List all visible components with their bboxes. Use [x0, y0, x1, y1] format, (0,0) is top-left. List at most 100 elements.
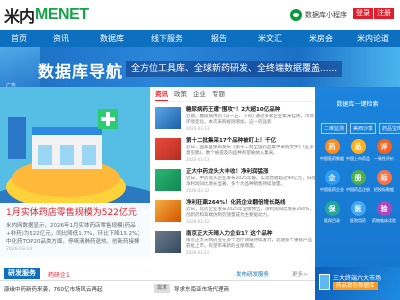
news-title[interactable]: 糖尿病药王遭"围攻"！2大超10亿品种: [186, 105, 315, 113]
database-tool[interactable]: 品中国上市药品: [345, 139, 371, 166]
panel-tab[interactable]: 二维监测: [321, 123, 348, 134]
publish-research-link[interactable]: 发布研发服务: [236, 270, 269, 278]
wechat-icon: [290, 9, 302, 21]
database-tool-label: 医院用药: [350, 218, 366, 223]
page: 米内 MENET 数据库小程序 登录 注册 首页 资讯 数据库 线下服务 报告 …: [0, 0, 400, 300]
database-search-panel: 数据库一键检索 二维监测 美西沙季 药品宝库 药中国医药数据品中国上市药品评一致…: [315, 87, 400, 267]
hospital-icon: 医: [350, 201, 366, 216]
login-button[interactable]: 登录: [353, 8, 373, 19]
news-title[interactable]: 南京正大天晴入力企业1？这个品种: [186, 229, 315, 237]
news-link[interactable]: 需求 导求东南亚市场代理商: [154, 284, 229, 293]
site-logo[interactable]: 米内 MENET: [4, 6, 89, 26]
news-title[interactable]: 正大中药龙头大丰收！净利润猛涨: [186, 167, 315, 175]
nav-item-news[interactable]: 资讯: [38, 30, 84, 47]
capsule-icon: 品: [350, 139, 366, 154]
database-tool[interactable]: 册中国药品注册: [345, 170, 371, 197]
research-entry[interactable]: 康缘中药新药来袭，760亿市场风云再起: [4, 285, 103, 293]
database-tool-label: 中国医药企业: [320, 187, 344, 192]
gavel-icon: 标: [376, 170, 392, 185]
news-item[interactable]: 正大中药龙头大丰收！净利润猛涨 近日，中药龙头企业发布2025年报，实现营收超过…: [155, 167, 315, 195]
top-bar: 米内 MENET 数据库小程序 登录 注册: [0, 0, 400, 30]
mini-program-link[interactable]: 数据库小程序: [290, 9, 347, 21]
nav-item-home[interactable]: 首页: [0, 30, 38, 47]
research-name[interactable]: 药研企1: [48, 270, 70, 279]
news-date: 2026-03-12: [186, 219, 210, 224]
news-item[interactable]: 净利狂飙264%！化药企业翻倍增长路线 近日，化药企业发布2025年业绩预告，净…: [155, 198, 315, 226]
database-tool[interactable]: 验药物临床试验: [371, 201, 397, 228]
news-date: 2026-03-12: [186, 188, 210, 193]
document-icon: 册: [350, 170, 366, 185]
news-thumbnail: [155, 200, 181, 222]
research-services-header: 研发服务 药研企1 发布研发服务 更多>: [0, 267, 315, 281]
news-date: 2026-03-13: [186, 157, 210, 162]
database-tool-label: 一致性评价: [374, 156, 394, 161]
promo-line-2: 药品销售数据库: [333, 282, 378, 290]
register-button[interactable]: 注册: [374, 8, 394, 19]
hero-feature[interactable]: 1月实体药店零售规模为522亿元 米内网数据显示，2026年1月实体药店零售规模…: [0, 87, 150, 257]
database-tool[interactable]: 评一致性评价: [371, 139, 397, 166]
database-tool[interactable]: 药中国医药数据: [319, 139, 345, 166]
sales-database-promo[interactable]: 三大终端六大市场 药品销售数据库: [315, 267, 400, 300]
news-date: 2026-03-13: [186, 126, 210, 131]
news-item[interactable]: 南京正大天晴入力企业1？这个品种 南京正大天晴药业在多个治疗领域持续发力，近期多…: [155, 229, 315, 257]
logo-text: MENET: [35, 6, 89, 23]
news-column: 资讯 政策 企业 专题 糖尿病药王遭"围攻"！2大超10亿品种 近期，糖尿病用药…: [150, 87, 315, 267]
hero-illustration-banner: [8, 117, 26, 159]
tab-topics[interactable]: 专题: [212, 88, 225, 100]
nav-item-miwenhui[interactable]: 米文汇: [244, 30, 296, 47]
panel-tab[interactable]: 药品宝库: [379, 123, 400, 134]
banner-title: 数据库导航: [38, 62, 124, 81]
pharmacy-store-illustration: [32, 127, 102, 169]
nav-item-offline[interactable]: 线下服务: [140, 30, 194, 47]
database-banner[interactable]: 数据库导航 全方位工具库、全球新药研发、全终端数据覆盖...... 广告: [0, 47, 400, 87]
database-tool-label: 医保目录: [324, 218, 340, 223]
news-item[interactable]: 糖尿病药王遭"围攻"！2大超10亿品种 近期，糖尿病用药 (以一五、下同) 通过…: [155, 105, 315, 133]
banner-decoration: [0, 47, 40, 87]
hero-summary: 米内网数据显示，2026年1月实体药店零售规模(药品+非药)为522亿元，同比降…: [6, 223, 143, 245]
database-tool-label: 招投标数据: [374, 187, 394, 192]
news-thumbnail: [155, 138, 181, 160]
news-summary: 南京正大天晴药业在多个治疗领域持续发力，近期多个重磅产品获批上市，有望带来新的业…: [186, 238, 312, 249]
nav-item-reports[interactable]: 报告: [194, 30, 244, 47]
check-icon: 评: [376, 139, 392, 154]
hero-headline[interactable]: 1月实体药店零售规模为522亿元: [6, 207, 144, 219]
database-tool[interactable]: 标招投标数据: [371, 170, 397, 197]
panel-title: 数据库一键检索: [336, 101, 379, 108]
news-title[interactable]: 第十二批集采17个品种被盯上！千亿: [186, 136, 315, 144]
mini-program-label: 数据库小程序: [305, 11, 347, 19]
pill-icon: 药: [324, 139, 340, 154]
database-tool[interactable]: 企中国医药企业: [319, 170, 345, 197]
database-tool[interactable]: 保医保目录: [319, 201, 345, 228]
hero-caption: 1月实体药店零售规模为522亿元 米内网数据显示，2026年1月实体药店零售规模…: [0, 203, 150, 257]
database-tool[interactable]: 医医院用药: [345, 201, 371, 228]
hero-date: 2026-03-14: [6, 247, 33, 252]
news-title[interactable]: 净利狂飙264%！化药企业翻倍增长路线: [186, 198, 315, 206]
logo-mark: 米内: [4, 7, 35, 26]
news-summary: 近日，化药企业发布2025年业绩预告，净利润同比增长264%，创新药和高端仿制药…: [186, 207, 314, 218]
tab-news[interactable]: 资讯: [155, 88, 168, 101]
news-summary: 近日，国家医保局发布《第十二批全国药品集中采购文件》(征求意见稿)，数个被提及的…: [186, 145, 314, 156]
database-tool-grid: 药中国医药数据品中国上市药品评一致性评价企中国医药企业册中国药品注册标招投标数据…: [319, 139, 397, 228]
news-summary: 近日，中药龙头企业发布2025年报，实现营收超过90亿元，归母净利润同比增长显著…: [186, 176, 315, 187]
news-link-text[interactable]: 导求东南亚市场代理商: [174, 285, 229, 293]
nav-item-mifanghui[interactable]: 米房会: [296, 30, 346, 47]
promo-line-1: 三大终端六大市场: [333, 275, 382, 282]
shield-icon: 保: [324, 201, 340, 216]
research-tag[interactable]: 研发服务: [4, 268, 40, 279]
news-thumbnail: [155, 231, 181, 253]
panel-tab[interactable]: 美西沙季: [350, 123, 377, 134]
news-thumbnail: [155, 169, 181, 191]
nav-item-forum[interactable]: 米内论道: [346, 30, 400, 47]
flask-icon: 验: [376, 201, 392, 216]
news-summary: 近期，糖尿病用药 (以一五、下同) 通过多家企业集采挂牌，市场环境变化，本次采购…: [186, 114, 314, 125]
news-thumbnail: [155, 107, 181, 129]
nav-item-database[interactable]: 数据库: [84, 30, 140, 47]
tab-company[interactable]: 企业: [193, 88, 206, 100]
news-date: 2026-03-11: [186, 250, 210, 255]
news-item[interactable]: 第十二批集采17个品种被盯上！千亿 近日，国家医保局发布《第十二批全国药品集中采…: [155, 136, 315, 164]
database-box-icon: [319, 274, 330, 290]
more-link[interactable]: 更多>: [292, 270, 308, 278]
demand-tag: 需求: [154, 284, 171, 293]
tab-policy[interactable]: 政策: [174, 88, 187, 100]
news-tabs: 资讯 政策 企业 专题: [155, 87, 315, 102]
